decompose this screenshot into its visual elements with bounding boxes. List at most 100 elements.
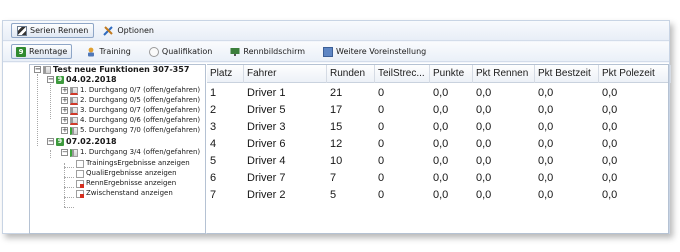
tree-date-1[interactable]: − 9 07.02.2018 — [47, 137, 117, 146]
table-cell: 0 — [378, 87, 385, 99]
heat-done-icon — [70, 148, 78, 157]
expand-icon[interactable]: + — [61, 107, 68, 114]
tools-icon — [103, 25, 114, 36]
qualifikation-label: Qualifikation — [161, 47, 213, 56]
table-cell: 0,0 — [433, 104, 449, 116]
tree-heat-label: 2. Durchgang 0/5 (offen/gefahren) — [80, 96, 201, 104]
expand-icon[interactable]: + — [61, 87, 68, 94]
tree-results-quali[interactable]: QualiErgebnisse anzeigen — [76, 169, 177, 178]
table-cell: 0 — [378, 138, 385, 150]
table-cell: 0 — [378, 189, 385, 201]
content-area: − Test neue Funktionen 307-357 − 9 04.02… — [3, 63, 671, 234]
tree-heat[interactable]: + 4. Durchgang 0/6 (offen/gefahren) — [61, 116, 200, 125]
col-fahrer[interactable]: Fahrer — [244, 65, 327, 83]
stopwatch-icon — [148, 46, 159, 57]
tree-heat[interactable]: + 3. Durchgang 0/7 (offen/gefahren) — [61, 106, 200, 115]
training-label: Training — [99, 47, 131, 56]
training-button[interactable]: Training — [82, 44, 135, 59]
tree-results-standings[interactable]: Zwischenstand anzeigen — [76, 189, 173, 198]
results-doc-icon — [76, 159, 84, 168]
driver-icon — [86, 47, 96, 57]
col-punkte[interactable]: Punkte — [430, 65, 473, 83]
heat-done-icon — [70, 126, 78, 135]
table-cell: 0,0 — [538, 138, 554, 150]
weitere-voreinstellung-button[interactable]: Weitere Voreinstellung — [319, 44, 430, 59]
tree-root[interactable]: − Test neue Funktionen 307-357 — [34, 65, 189, 74]
table-row[interactable]: 4 Driver 6 12 0 0,0 0,0 0,0 0,0 — [207, 136, 668, 153]
table-cell: 0,0 — [538, 155, 554, 167]
table-row[interactable]: 7 Driver 2 5 0 0,0 0,0 0,0 0,0 — [207, 187, 668, 204]
table-cell: 6 — [210, 172, 217, 184]
heat-icon — [70, 106, 78, 115]
expand-icon[interactable]: + — [61, 117, 68, 124]
tree-heat-label: 1. Durchgang 0/7 (offen/gefahren) — [80, 86, 201, 94]
table-row[interactable]: 1 Driver 1 21 0 0,0 0,0 0,0 0,0 — [207, 85, 668, 102]
table-cell: 0,0 — [602, 189, 618, 201]
table-cell: 0,0 — [602, 138, 618, 150]
tree-root-label: Test neue Funktionen 307-357 — [53, 65, 190, 74]
table-cell: 0 — [378, 121, 385, 133]
table-cell: Driver 1 — [247, 87, 286, 99]
table-cell: 0 — [378, 172, 385, 184]
table-cell: 10 — [330, 155, 343, 167]
tree-results-race[interactable]: RennErgebnisse anzeigen — [76, 179, 176, 188]
renntage-button[interactable]: 9 Renntage — [11, 44, 73, 59]
table-cell: 0,0 — [476, 172, 492, 184]
table-cell: 1 — [210, 87, 217, 99]
table-cell: 0,0 — [476, 104, 492, 116]
table-cell: Driver 3 — [247, 121, 286, 133]
collapse-icon[interactable]: − — [47, 76, 54, 83]
expand-icon[interactable]: + — [61, 97, 68, 104]
ribbon-tabs: Serien Rennen Optionen — [3, 21, 669, 41]
tree-results-label: TrainingsErgebnisse anzeigen — [86, 159, 190, 167]
table-cell: 0,0 — [602, 172, 618, 184]
table-row[interactable]: 5 Driver 4 10 0 0,0 0,0 0,0 0,0 — [207, 153, 668, 170]
collapse-icon[interactable]: − — [61, 149, 68, 156]
col-pkt-rennen[interactable]: Pkt Rennen — [473, 65, 535, 83]
table-row[interactable]: 2 Driver 5 17 0 0,0 0,0 0,0 0,0 — [207, 102, 668, 119]
col-pkt-polezeit[interactable]: Pkt Polezeit — [599, 65, 671, 83]
weitere-voreinstellung-label: Weitere Voreinstellung — [336, 47, 427, 56]
qualifikation-button[interactable]: Qualifikation — [145, 44, 216, 59]
toolbar: 9 Renntage Training Qualifikation Rennbi… — [3, 42, 669, 62]
tree-heat[interactable]: − 1. Durchgang 3/4 (offen/gefahren) — [61, 148, 200, 157]
tab-serien-rennen-label: Serien Rennen — [30, 26, 89, 35]
tree-results-label: QualiErgebnisse anzeigen — [86, 169, 177, 177]
tab-optionen[interactable]: Optionen — [98, 23, 159, 38]
tree-results-label: RennErgebnisse anzeigen — [86, 179, 177, 187]
col-runden[interactable]: Runden — [327, 65, 375, 83]
table-cell: 0,0 — [433, 155, 449, 167]
table-cell: 0,0 — [538, 87, 554, 99]
table-cell: 0,0 — [602, 104, 618, 116]
results-doc-icon — [76, 169, 84, 178]
col-pkt-bestzeit[interactable]: Pkt Bestzeit — [535, 65, 599, 83]
expand-icon[interactable]: + — [61, 127, 68, 134]
collapse-icon[interactable]: − — [47, 138, 54, 145]
tree-heat[interactable]: + 2. Durchgang 0/5 (offen/gefahren) — [61, 96, 200, 105]
tab-serien-rennen[interactable]: Serien Rennen — [11, 23, 95, 38]
renntage-label: Renntage — [29, 47, 68, 56]
col-platz[interactable]: Platz — [207, 65, 244, 83]
table-cell: 0,0 — [433, 172, 449, 184]
table-row[interactable]: 3 Driver 3 15 0 0,0 0,0 0,0 0,0 — [207, 119, 668, 136]
tree-results-training[interactable]: TrainingsErgebnisse anzeigen — [76, 159, 190, 168]
table-cell: 0,0 — [538, 121, 554, 133]
tree-heat[interactable]: + 1. Durchgang 0/7 (offen/gefahren) — [61, 86, 200, 95]
table-cell: 17 — [330, 104, 343, 116]
table-cell: 0,0 — [602, 121, 618, 133]
race-tree[interactable]: − Test neue Funktionen 307-357 − 9 04.02… — [29, 64, 206, 234]
rennbildschirm-button[interactable]: Rennbildschirm — [226, 44, 309, 59]
tree-date-1-label: 07.02.2018 — [66, 137, 117, 146]
table-cell: 0,0 — [602, 155, 618, 167]
table-cell: 0,0 — [476, 87, 492, 99]
collapse-icon[interactable]: − — [34, 66, 41, 73]
tree-heat[interactable]: + 5. Durchgang 7/0 (offen/gefahren) — [61, 126, 200, 135]
table-row[interactable]: 6 Driver 7 7 0 0,0 0,0 0,0 0,0 — [207, 170, 668, 187]
table-cell: 0,0 — [433, 87, 449, 99]
col-teilstrecke[interactable]: TeilStrec... — [375, 65, 430, 83]
calendar-icon: 9 — [56, 75, 64, 84]
table-cell: 0,0 — [476, 155, 492, 167]
table-cell: 5 — [210, 155, 217, 167]
calendar-9-icon: 9 — [16, 46, 26, 57]
tree-date-0[interactable]: − 9 04.02.2018 — [47, 75, 117, 84]
